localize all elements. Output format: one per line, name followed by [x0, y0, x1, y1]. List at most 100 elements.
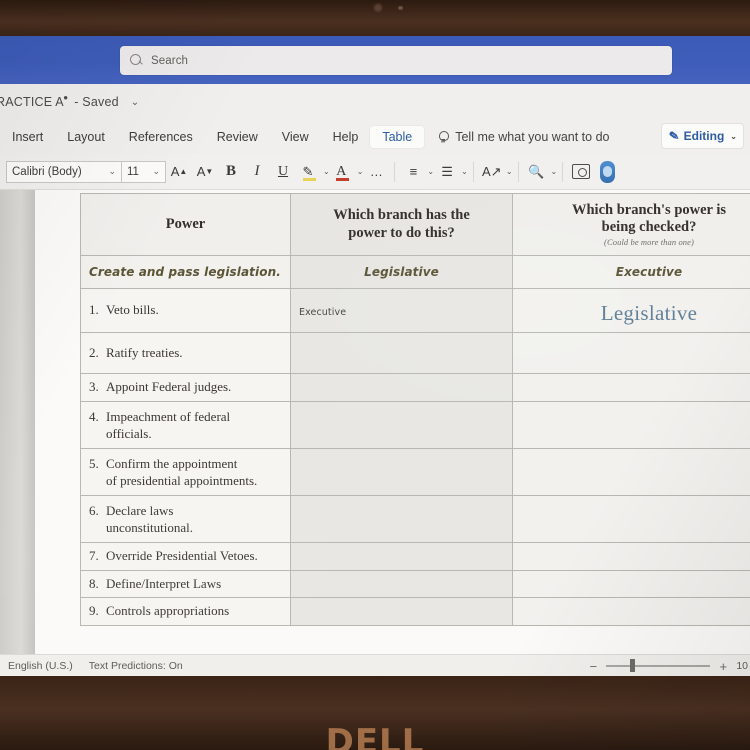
highlight-button[interactable]: ✎	[296, 159, 322, 185]
checked-cell-8[interactable]	[512, 569, 750, 599]
zoom-slider-handle[interactable]	[630, 659, 636, 673]
has-power-cell-1[interactable]: Executive	[290, 288, 513, 333]
zoom-controls: − + 10	[587, 655, 750, 676]
row-number: 4.	[89, 408, 99, 424]
shrink-font-button[interactable]: A ▼	[192, 159, 218, 185]
underline-button[interactable]: U	[270, 159, 296, 185]
text-predictions-status[interactable]: Text Predictions: On	[89, 660, 183, 672]
editing-mode-button[interactable]: ✎ Editing ⌄	[660, 123, 744, 149]
checked-cell-4[interactable]	[512, 400, 750, 449]
zoom-percent-label[interactable]: 10	[736, 660, 748, 672]
bold-icon: B	[225, 163, 236, 179]
chevron-down-icon[interactable]: ⌄	[131, 97, 140, 108]
pencil-icon: ✎	[667, 128, 680, 144]
example-checked-text: Executive	[615, 265, 683, 279]
tab-table[interactable]: Table	[370, 126, 425, 148]
power-cell-2[interactable]: 2. Ratify treaties.	[80, 332, 291, 374]
checked-cell-3[interactable]	[512, 373, 750, 402]
power-cell-1[interactable]: 1. Veto bills.	[80, 288, 291, 333]
bold-button[interactable]: B	[218, 159, 244, 185]
power-cell-4[interactable]: 4. Impeachment of federal officials.	[80, 400, 291, 449]
checked-cell-5[interactable]	[512, 447, 750, 496]
font-name-select[interactable]: Calibri (Body) ⌄	[6, 160, 122, 183]
align-button[interactable]: ☰	[434, 159, 460, 185]
has-power-cell-4[interactable]	[290, 400, 513, 449]
row-number: 8.	[89, 575, 99, 591]
styles-button[interactable]: A↗	[479, 159, 505, 185]
chevron-down-icon[interactable]: ⌄	[427, 167, 434, 176]
table-header-row: Power Which branch has the power to do t…	[80, 193, 750, 256]
editing-label: Editing	[683, 129, 725, 143]
header-which-branch-checked: Which branch's power is being checked? (…	[512, 193, 750, 256]
power-cell-8[interactable]: 8. Define/Interpret Laws	[80, 569, 291, 599]
camera-button[interactable]	[568, 159, 594, 185]
italic-button[interactable]: I	[244, 159, 270, 185]
document-page[interactable]: Power Which branch has the power to do t…	[35, 190, 750, 654]
tell-me-search[interactable]: Tell me what you want to do	[438, 130, 609, 144]
formatting-toolbar: Calibri (Body) ⌄ 11 ⌄ A ▲ A ▼ B I U ✎ ⌄ A	[0, 154, 750, 190]
bullet-list-button[interactable]: ≡	[400, 159, 426, 185]
power-text-line2: unconstitutional.	[106, 519, 194, 535]
power-text: Controls appropriations	[106, 603, 230, 619]
tab-view[interactable]: View	[270, 126, 321, 148]
zoom-slider[interactable]	[606, 659, 711, 673]
language-status[interactable]: English (U.S.)	[8, 660, 73, 672]
power-cell-9[interactable]: 9. Controls appropriations	[80, 597, 291, 627]
font-color-button[interactable]: A	[330, 159, 356, 185]
power-cell-6[interactable]: 6. Declare laws unconstitutional.	[80, 494, 291, 543]
chevron-down-icon[interactable]: ⌄	[461, 167, 468, 176]
table-row: 1. Veto bills. Executive Legislative	[80, 288, 750, 333]
table-row: 7. Override Presidential Vetoes.	[80, 541, 750, 571]
chevron-down-icon: ⌄	[108, 166, 116, 176]
dell-brand-logo: DELL	[325, 722, 425, 750]
word-title-bar: Search	[0, 36, 750, 84]
has-power-cell-6[interactable]	[290, 494, 513, 543]
tab-layout[interactable]: Layout	[55, 126, 117, 148]
chevron-down-icon[interactable]: ⌄	[323, 167, 330, 176]
checked-cell-9[interactable]	[512, 597, 750, 627]
chevron-down-icon[interactable]: ⌄	[551, 167, 558, 176]
chevron-down-icon[interactable]: ⌄	[506, 167, 513, 176]
tab-review[interactable]: Review	[205, 126, 270, 148]
more-formatting-button[interactable]: …	[363, 159, 389, 185]
checked-cell-7[interactable]	[512, 541, 750, 571]
search-input[interactable]: Search	[120, 46, 672, 75]
checked-cell-6[interactable]	[512, 494, 750, 543]
has-power-cell-3[interactable]	[290, 373, 513, 402]
example-power-cell[interactable]: Create and pass legislation.	[80, 255, 291, 289]
header-ck-line1: Which branch's power is	[571, 201, 727, 218]
zoom-in-button[interactable]: +	[717, 659, 729, 674]
power-cell-5[interactable]: 5. Confirm the appointment of presidentia…	[80, 447, 291, 496]
chevron-down-icon: ⌄	[730, 131, 737, 141]
has-power-cell-2[interactable]	[290, 332, 513, 374]
zoom-out-button[interactable]: −	[587, 659, 599, 674]
grow-font-button[interactable]: A ▲	[166, 159, 192, 185]
power-text: Impeachment of federal	[106, 408, 231, 424]
saved-status: - Saved	[74, 95, 119, 109]
laptop-top-bezel	[0, 0, 750, 36]
tab-help[interactable]: Help	[321, 126, 371, 148]
power-text: Veto bills.	[106, 302, 159, 318]
chevron-down-icon[interactable]: ⌄	[357, 167, 364, 176]
document-title[interactable]: RACTICE A ● - Saved ⌄	[0, 93, 140, 109]
tab-insert[interactable]: Insert	[0, 126, 55, 148]
example-has-power-cell[interactable]: Legislative	[290, 255, 513, 289]
dictate-button[interactable]	[594, 159, 620, 185]
has-power-cell-5[interactable]	[290, 447, 513, 496]
power-cell-3[interactable]: 3. Appoint Federal judges.	[80, 373, 291, 402]
has-power-cell-9[interactable]	[290, 597, 513, 627]
power-text: Appoint Federal judges.	[106, 379, 232, 394]
has-power-cell-7[interactable]	[290, 541, 513, 571]
row-number: 6.	[89, 502, 99, 518]
power-cell-7[interactable]: 7. Override Presidential Vetoes.	[80, 541, 291, 571]
checked-cell-2[interactable]	[512, 332, 750, 374]
row-number: 5.	[89, 455, 99, 471]
example-checked-cell[interactable]: Executive	[512, 255, 750, 289]
tab-references[interactable]: References	[117, 126, 205, 148]
find-button[interactable]: 🔍	[524, 159, 550, 185]
format-painter-icon: A↗	[482, 164, 502, 179]
checked-cell-1[interactable]: Legislative	[512, 288, 750, 333]
example-power-text: Create and pass legislation.	[89, 265, 281, 279]
font-size-select[interactable]: 11 ⌄	[122, 160, 166, 183]
has-power-cell-8[interactable]	[290, 569, 513, 599]
